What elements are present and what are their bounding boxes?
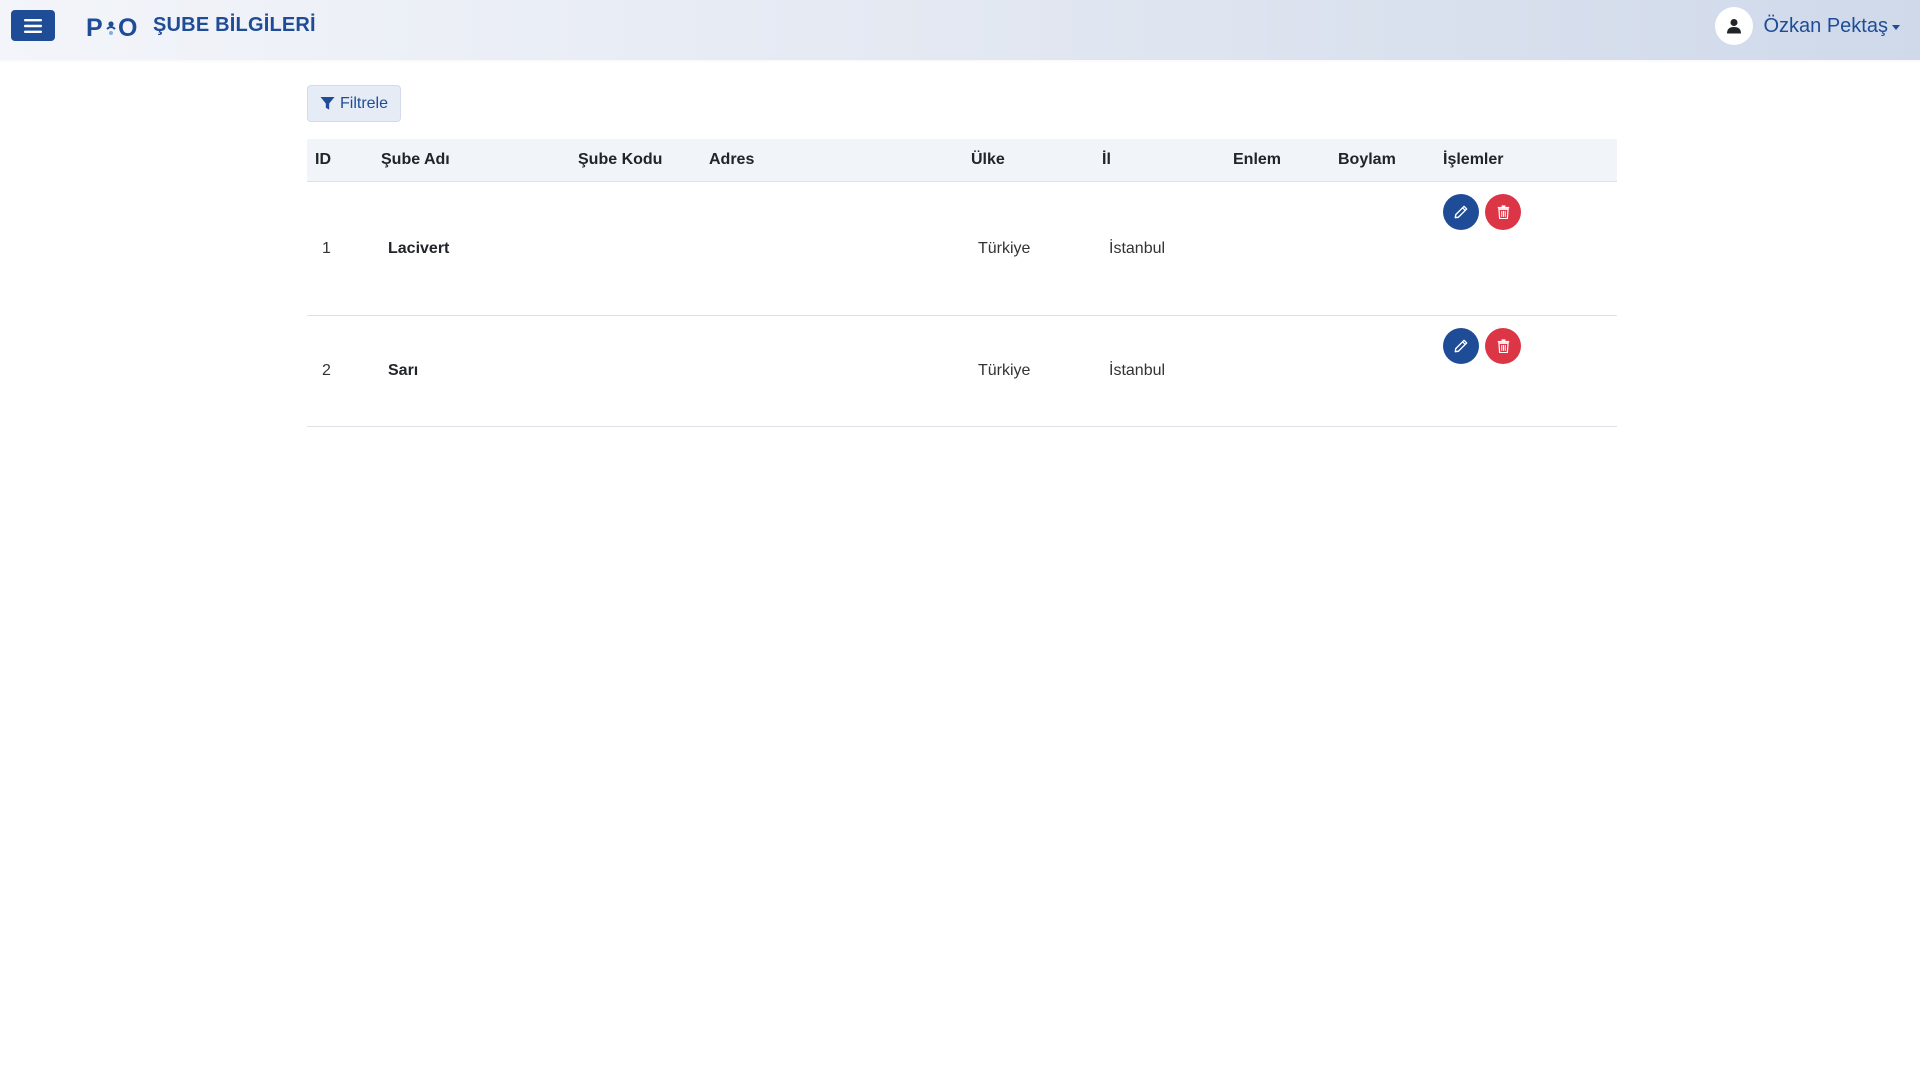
- cell-country: Türkiye: [963, 315, 1094, 427]
- brand-logo[interactable]: P O: [86, 12, 138, 42]
- column-header-country[interactable]: Ülke: [963, 139, 1094, 182]
- table-header-row: ID Şube Adı Şube Kodu Adres Ülke İl Enle…: [307, 139, 1617, 182]
- menu-toggle-button[interactable]: [11, 10, 55, 41]
- top-navbar: P O ŞUBE BİLGİLERİ Özkan Pektaş: [0, 0, 1920, 60]
- table-row: 1 Lacivert Türkiye İstanbul: [307, 181, 1617, 316]
- user-name: Özkan Pektaş: [1763, 14, 1888, 37]
- cell-country: Türkiye: [963, 181, 1094, 316]
- cell-branch-name: Sarı: [373, 315, 570, 427]
- trash-icon: [1497, 205, 1509, 219]
- column-header-branch-code[interactable]: Şube Kodu: [570, 139, 701, 182]
- user-menu-toggle[interactable]: Özkan Pektaş: [1715, 6, 1900, 46]
- svg-text:P: P: [86, 14, 103, 42]
- cell-latitude: [1225, 315, 1330, 427]
- edit-button[interactable]: [1443, 328, 1479, 364]
- edit-button[interactable]: [1443, 194, 1479, 230]
- column-header-actions: İşlemler: [1435, 139, 1617, 182]
- column-header-id[interactable]: ID: [307, 139, 373, 182]
- filter-button[interactable]: Filtrele: [307, 85, 402, 122]
- cell-branch-name: Lacivert: [373, 181, 570, 316]
- page-title: ŞUBE BİLGİLERİ: [153, 14, 316, 36]
- column-header-latitude[interactable]: Enlem: [1225, 139, 1330, 182]
- cell-city: İstanbul: [1094, 181, 1225, 316]
- cell-longitude: [1330, 315, 1435, 427]
- cell-id: 2: [307, 315, 373, 427]
- cell-address: [701, 181, 963, 316]
- column-header-address[interactable]: Adres: [701, 139, 963, 182]
- branch-table: ID Şube Adı Şube Kodu Adres Ülke İl Enle…: [307, 139, 1617, 427]
- avatar: [1715, 7, 1754, 45]
- cell-address: [701, 315, 963, 427]
- user-icon: [1727, 19, 1742, 34]
- filter-icon: [320, 96, 335, 110]
- filter-button-label: Filtrele: [340, 94, 389, 112]
- pencil-icon: [1454, 339, 1468, 353]
- column-header-city[interactable]: İl: [1094, 139, 1225, 182]
- trash-icon: [1497, 339, 1509, 353]
- delete-button[interactable]: [1485, 194, 1521, 230]
- cell-longitude: [1330, 181, 1435, 316]
- delete-button[interactable]: [1485, 328, 1521, 364]
- hamburger-icon: [24, 18, 42, 33]
- column-header-branch-name[interactable]: Şube Adı: [373, 139, 570, 182]
- cell-id: 1: [307, 181, 373, 316]
- chevron-down-icon: [1892, 24, 1900, 30]
- logo-icon: P O: [86, 14, 137, 42]
- cell-actions: [1435, 315, 1617, 427]
- cell-actions: [1435, 181, 1617, 316]
- cell-branch-code: [570, 315, 701, 427]
- column-header-longitude[interactable]: Boylam: [1330, 139, 1435, 182]
- pencil-icon: [1454, 205, 1468, 219]
- svg-text:O: O: [118, 14, 137, 42]
- branch-table-container: ID Şube Adı Şube Kodu Adres Ülke İl Enle…: [307, 139, 1617, 427]
- table-row: 2 Sarı Türkiye İstanbul: [307, 315, 1617, 427]
- cell-branch-code: [570, 181, 701, 316]
- cell-city: İstanbul: [1094, 315, 1225, 427]
- cell-latitude: [1225, 181, 1330, 316]
